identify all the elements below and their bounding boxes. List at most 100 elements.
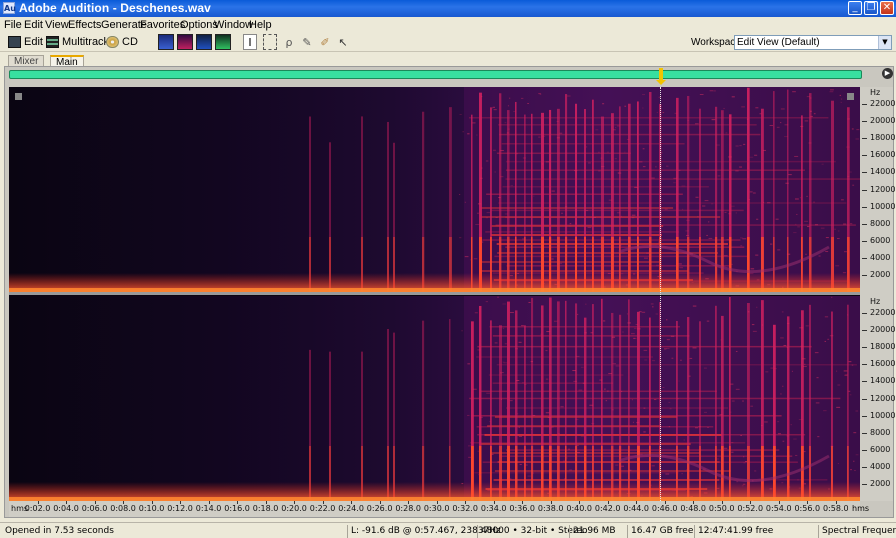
time-tick-label: 0:42.0	[594, 504, 621, 513]
lasso-selection-tool-icon[interactable]: ρ	[282, 34, 296, 50]
spectral-speck	[641, 311, 646, 313]
spectral-speck	[545, 350, 548, 352]
restore-icon[interactable]: ❐	[864, 1, 878, 15]
marquee-selection-tool-icon[interactable]	[263, 34, 277, 50]
spectral-speck	[493, 109, 497, 111]
spectral-speck	[730, 205, 735, 207]
title-bar[interactable]: Au Adobe Audition - Deschenes.wav _ ❐ ✕	[0, 0, 896, 17]
frequency-unit-label: Hz	[870, 297, 881, 306]
app-window: Au Adobe Audition - Deschenes.wav _ ❐ ✕ …	[0, 0, 896, 538]
harmonic-band	[498, 124, 757, 126]
spectral-speck	[708, 237, 713, 239]
spectral-speck	[575, 419, 579, 421]
menu-view[interactable]: View	[45, 19, 69, 31]
spectral-speck	[550, 426, 554, 428]
harmonic-band	[506, 265, 730, 267]
menu-file[interactable]: File	[4, 19, 22, 31]
spectral-speck	[692, 347, 697, 349]
spectral-speck	[735, 388, 740, 390]
cd-view-button[interactable]: CD	[106, 34, 138, 50]
chevron-down-icon[interactable]: ▼	[878, 36, 891, 49]
time-tick	[693, 501, 695, 504]
waveform-view-icon[interactable]	[158, 34, 174, 50]
effects-paintbrush-tool-icon[interactable]: ✎	[300, 34, 314, 50]
play-arrow-icon[interactable]: ▶	[882, 68, 893, 79]
workspace-select[interactable]: Edit View (Default) ▼	[734, 35, 892, 50]
minimize-icon[interactable]: _	[848, 1, 862, 15]
spectral-speck	[713, 90, 716, 92]
close-icon[interactable]: ✕	[880, 1, 894, 15]
zoom-handle-icon[interactable]	[15, 93, 22, 100]
menu-effects[interactable]: Effects	[68, 19, 101, 31]
menu-window[interactable]: Window	[214, 19, 253, 31]
spot-healing-brush-tool-icon[interactable]: ✐	[318, 34, 332, 50]
spectral-speck	[532, 472, 534, 474]
menu-help[interactable]: Help	[249, 19, 272, 31]
spectral-speck	[627, 322, 631, 324]
spectral-speck	[531, 429, 533, 431]
spectrogram-right-channel[interactable]	[9, 296, 860, 501]
harmonic-band	[487, 425, 661, 427]
spectrogram-left-channel[interactable]	[9, 87, 860, 292]
spectral-speck	[486, 392, 491, 394]
spectral-phase-view-icon[interactable]	[215, 34, 231, 50]
spectral-speck	[477, 203, 482, 205]
spectral-speck	[498, 196, 501, 198]
spectral-speck	[780, 122, 782, 124]
spectral-speck	[776, 126, 780, 128]
overview-cursor-marker[interactable]	[659, 68, 663, 80]
audition-app-icon[interactable]: Au	[3, 2, 16, 14]
spectral-speck	[661, 152, 663, 154]
time-ruler[interactable]: hms hms 0:02.0 0:04.0 0:06.0 0:08.0 0:10.0 0:12…	[9, 501, 869, 517]
spectral-speck	[717, 175, 721, 177]
spectral-speck	[635, 324, 639, 326]
menu-favorites[interactable]: Favorites	[140, 19, 185, 31]
menu-options[interactable]: Options	[180, 19, 218, 31]
spectral-speck	[491, 107, 493, 109]
spectral-speck	[804, 120, 809, 122]
time-unit-label: hms	[852, 504, 870, 513]
spectral-speck	[589, 404, 594, 406]
time-tick-label: 0:52.0	[737, 504, 764, 513]
spectral-speck	[480, 96, 483, 98]
edit-view-button[interactable]: Edit	[8, 34, 43, 50]
frequency-tick-label: 8000	[870, 427, 891, 437]
menu-edit[interactable]: Edit	[24, 19, 43, 31]
spectral-speck	[580, 435, 585, 437]
frequency-ruler[interactable]: Hz 22000 20000 18000 16000 14000 12000 10000 800…	[860, 87, 896, 501]
spectral-speck	[617, 125, 620, 127]
time-tick	[835, 501, 837, 504]
playhead-triangle-icon[interactable]	[656, 80, 666, 85]
spectral-frequency-view-icon[interactable]	[177, 34, 193, 50]
multitrack-view-button[interactable]: Multitrack	[46, 34, 109, 50]
spectral-speck	[730, 383, 734, 385]
spectral-speck	[782, 385, 784, 387]
spectral-speck	[622, 331, 624, 333]
spectral-speck	[780, 393, 782, 395]
zoom-handle-icon[interactable]	[847, 93, 854, 100]
playhead-line[interactable]	[660, 87, 661, 501]
spectral-speck	[547, 416, 551, 418]
spectral-speck	[553, 320, 558, 322]
harmonic-band	[505, 160, 836, 163]
spectral-speck	[538, 136, 541, 138]
spectral-speck	[781, 311, 784, 313]
time-selection-tool-icon[interactable]: I	[243, 34, 257, 50]
spectral-speck	[479, 416, 483, 418]
spectral-pan-view-icon[interactable]	[196, 34, 212, 50]
time-tick	[750, 501, 752, 504]
spectrogram-display[interactable]	[9, 87, 860, 501]
frequency-tick-label: 10000	[870, 410, 896, 420]
spectral-speck	[799, 197, 801, 199]
scrub-tool-icon[interactable]: ↖	[336, 34, 350, 50]
spectral-speck	[615, 365, 620, 367]
spectral-speck	[556, 137, 560, 139]
spectral-speck	[527, 103, 530, 105]
spectral-speck	[850, 469, 852, 471]
spectral-speck	[624, 151, 626, 153]
time-tick-label: 0:04.0	[53, 504, 79, 513]
overview-bar[interactable]	[9, 70, 862, 79]
channel-divider[interactable]	[9, 292, 860, 295]
spectral-speck	[742, 400, 744, 402]
spectral-speck	[731, 442, 734, 444]
